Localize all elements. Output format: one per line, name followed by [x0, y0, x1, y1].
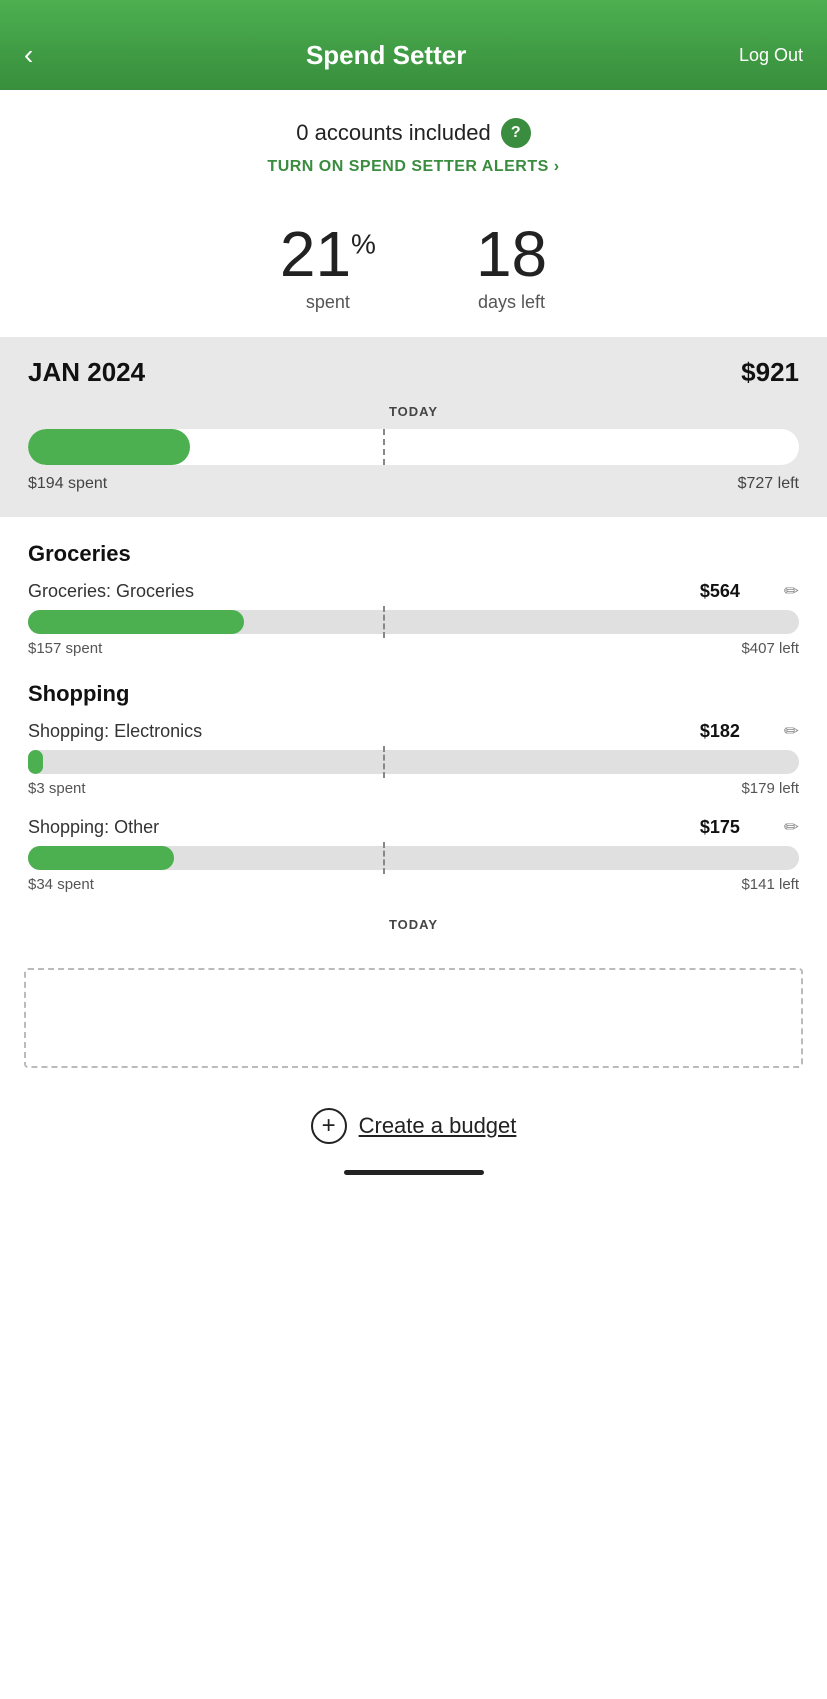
spent-stat: 21% spent [280, 222, 376, 313]
item-spent-electronics: $3 spent [28, 780, 86, 797]
budget-item-amount-shopping-other: $175 [700, 817, 740, 838]
create-budget-plus-icon: + [311, 1108, 347, 1144]
item-labels-groceries: $157 spent $407 left [28, 640, 799, 657]
item-spent-groceries: $157 spent [28, 640, 102, 657]
main-progress-container [28, 429, 799, 465]
categories-section: Groceries Groceries: Groceries $564 ✏ $1… [0, 517, 827, 952]
item-left-groceries: $407 left [741, 640, 799, 657]
spent-label: spent [280, 292, 376, 313]
budget-item-shopping-other: Shopping: Other $175 ✏ $34 spent $141 le… [28, 817, 799, 893]
budget-item-amount-electronics: $182 [700, 721, 740, 742]
budget-item-groceries-header: Groceries: Groceries $564 ✏ [28, 581, 799, 602]
main-progress-fill [28, 429, 190, 465]
item-left-shopping-other: $141 left [741, 876, 799, 893]
item-progress-shopping-other: $34 spent $141 left [28, 846, 799, 893]
accounts-row: 0 accounts included ? [20, 118, 807, 148]
logout-button[interactable]: Log Out [739, 45, 803, 66]
create-budget-button[interactable]: + Create a budget [0, 1084, 827, 1160]
budget-item-name-groceries: Groceries: Groceries [28, 581, 194, 602]
budget-item-electronics: Shopping: Electronics $182 ✏ $3 spent $1… [28, 721, 799, 797]
header: ‹ Spend Setter Log Out [0, 0, 827, 90]
create-budget-area [24, 968, 803, 1068]
help-icon[interactable]: ? [501, 118, 531, 148]
category-group-shopping: Shopping Shopping: Electronics $182 ✏ $3… [28, 681, 799, 893]
stats-row: 21% spent 18 days left [0, 186, 827, 337]
budget-item-name-electronics: Shopping: Electronics [28, 721, 202, 742]
back-button[interactable]: ‹ [24, 39, 33, 71]
item-bar-bg-shopping-other [28, 846, 799, 870]
days-stat: 18 days left [476, 222, 547, 313]
item-bar-bg-groceries [28, 610, 799, 634]
main-spent-label: $194 spent [28, 475, 107, 493]
item-bar-fill-electronics [28, 750, 43, 774]
spent-value: 21% [280, 222, 376, 286]
category-group-title-groceries: Groceries [28, 541, 799, 567]
main-left-label: $727 left [738, 475, 799, 493]
budget-card-header: JAN 2024 $921 [28, 357, 799, 388]
category-group-groceries: Groceries Groceries: Groceries $564 ✏ $1… [28, 541, 799, 657]
create-budget-label: Create a budget [359, 1113, 517, 1139]
item-bar-fill-groceries [28, 610, 244, 634]
budget-item-name-shopping-other: Shopping: Other [28, 817, 159, 838]
edit-icon-groceries[interactable]: ✏ [784, 581, 799, 602]
budget-card: JAN 2024 $921 TODAY $194 spent $727 left [0, 337, 827, 517]
page-title: Spend Setter [306, 40, 466, 71]
item-bar-bg-electronics [28, 750, 799, 774]
home-indicator [344, 1170, 484, 1175]
today-label-top: TODAY [28, 404, 799, 419]
item-today-line-shopping-other [383, 842, 385, 874]
main-progress-labels: $194 spent $727 left [28, 475, 799, 493]
item-progress-groceries: $157 spent $407 left [28, 610, 799, 657]
item-labels-shopping-other: $34 spent $141 left [28, 876, 799, 893]
alerts-link[interactable]: TURN ON SPEND SETTER ALERTS › [20, 158, 807, 176]
item-today-line-electronics [383, 746, 385, 778]
budget-item-amount-groceries: $564 [700, 581, 740, 602]
edit-icon-shopping-other[interactable]: ✏ [784, 817, 799, 838]
days-label: days left [476, 292, 547, 313]
budget-month: JAN 2024 [28, 357, 145, 388]
budget-item-electronics-header: Shopping: Electronics $182 ✏ [28, 721, 799, 742]
item-labels-electronics: $3 spent $179 left [28, 780, 799, 797]
item-bar-fill-shopping-other [28, 846, 174, 870]
budget-total: $921 [741, 357, 799, 388]
item-today-line-groceries [383, 606, 385, 638]
accounts-section: 0 accounts included ? TURN ON SPEND SETT… [0, 90, 827, 186]
edit-icon-electronics[interactable]: ✏ [784, 721, 799, 742]
budget-item-shopping-other-header: Shopping: Other $175 ✏ [28, 817, 799, 838]
accounts-count-text: 0 accounts included [296, 120, 490, 146]
main-progress-bar [28, 429, 799, 465]
today-label-bottom: TODAY [28, 917, 799, 952]
item-left-electronics: $179 left [741, 780, 799, 797]
days-value: 18 [476, 222, 547, 286]
main-today-line [383, 429, 385, 465]
budget-item-groceries: Groceries: Groceries $564 ✏ $157 spent $… [28, 581, 799, 657]
item-spent-shopping-other: $34 spent [28, 876, 94, 893]
item-progress-electronics: $3 spent $179 left [28, 750, 799, 797]
category-group-title-shopping: Shopping [28, 681, 799, 707]
